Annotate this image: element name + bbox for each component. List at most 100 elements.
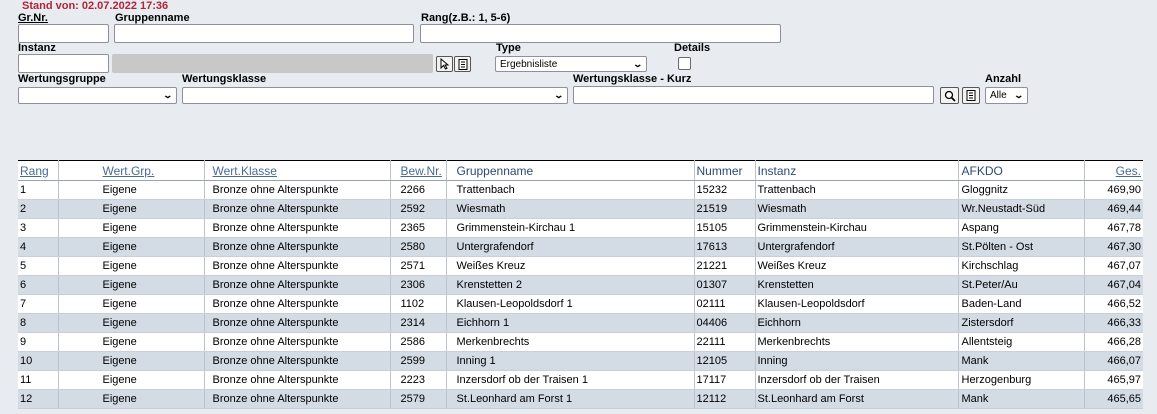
type-label: Type	[496, 42, 521, 54]
cell-wert-grp: Eigene	[57, 218, 204, 238]
cell-nummer: 12112	[693, 389, 755, 409]
gruppenname-label: Gruppenname	[115, 12, 190, 24]
cell-gruppenname: Weißes Kreuz	[445, 256, 694, 276]
cell-bew-nr: 2314	[389, 313, 446, 333]
rang-input[interactable]	[420, 24, 781, 43]
cell-bew-nr: 2571	[389, 256, 446, 276]
cell-bew-nr: 2592	[389, 199, 446, 219]
cell-wert-klasse: Bronze ohne Alterspunkte	[203, 256, 390, 276]
stand-timestamp: Stand von: 02.07.2022 17:36	[22, 0, 169, 12]
wertungsklasse-label: Wertungsklasse	[182, 73, 267, 85]
cell-gruppenname: Eichhorn 1	[445, 313, 694, 333]
cell-nummer: 12105	[693, 351, 755, 371]
chevron-down-icon: ⌄	[632, 58, 644, 69]
cell-afkdo: Gloggnitz	[957, 180, 1084, 200]
cell-instanz: Grimmenstein-Kirchau	[754, 218, 958, 238]
cell-rang: 1	[18, 180, 58, 200]
cell-ges: 466,33	[1083, 313, 1143, 333]
table-row[interactable]: 3 Eigene Bronze ohne Alterspunkte 2365 Grimm…	[18, 218, 1143, 238]
table-row[interactable]: 12 Eigene Bronze ohne Alterspunkte 2579 St.L…	[18, 389, 1143, 409]
instanz-list-icon[interactable]	[454, 56, 471, 72]
cell-ges: 465,97	[1083, 370, 1143, 390]
cell-instanz: Inzersdorf ob der Traisen	[754, 370, 958, 390]
cell-wert-grp: Eigene	[57, 313, 204, 333]
table-row[interactable]: 6 Eigene Bronze ohne Alterspunkte 2306 Krens…	[18, 275, 1143, 295]
cell-ges: 466,07	[1083, 351, 1143, 371]
cell-wert-grp: Eigene	[57, 332, 204, 352]
cell-wert-klasse: Bronze ohne Alterspunkte	[203, 294, 390, 314]
type-select[interactable]: Ergebnisliste ⌄	[495, 56, 647, 72]
cell-rang: 6	[18, 275, 58, 295]
wertungsgruppe-select[interactable]: ⌄	[18, 87, 177, 104]
cell-wert-klasse: Bronze ohne Alterspunkte	[203, 389, 390, 409]
table-row[interactable]: 1 Eigene Bronze ohne Alterspunkte 2266 Tratt…	[18, 180, 1143, 200]
cell-gruppenname: Merkenbrechts	[445, 332, 694, 352]
table-row[interactable]: 5 Eigene Bronze ohne Alterspunkte 2571 Weiße…	[18, 256, 1143, 276]
table-row[interactable]: 4 Eigene Bronze ohne Alterspunkte 2580 Unter…	[18, 237, 1143, 257]
instanz-input[interactable]	[18, 54, 109, 73]
cell-ges: 469,90	[1083, 180, 1143, 200]
anzahl-select-value: Alle	[990, 90, 1007, 101]
table-row[interactable]: 7 Eigene Bronze ohne Alterspunkte 1102 Klaus…	[18, 294, 1143, 314]
table-row[interactable]: 11 Eigene Bronze ohne Alterspunkte 2223 Inze…	[18, 370, 1143, 390]
grnr-input[interactable]	[18, 24, 109, 43]
kurz-list-icon[interactable]	[962, 87, 980, 104]
cell-wert-grp: Eigene	[57, 199, 204, 219]
col-header-bew-nr[interactable]: Bew.Nr.	[389, 160, 446, 181]
cell-rang: 8	[18, 313, 58, 333]
cell-afkdo: Mank	[957, 389, 1084, 409]
cell-ges: 467,78	[1083, 218, 1143, 238]
col-header-instanz: Instanz	[754, 160, 958, 181]
cursor-pick-icon[interactable]	[436, 56, 453, 72]
grnr-label: Gr.Nr.	[18, 12, 48, 24]
cell-rang: 10	[18, 351, 58, 371]
details-label: Details	[674, 42, 711, 54]
cell-nummer: 01307	[693, 275, 755, 295]
cell-rang: 5	[18, 256, 58, 276]
chevron-down-icon: ⌄	[1013, 90, 1025, 100]
cell-wert-grp: Eigene	[57, 389, 204, 409]
col-header-wert-grp[interactable]: Wert.Grp.	[57, 160, 204, 181]
cell-ges: 467,30	[1083, 237, 1143, 257]
cell-ges: 467,04	[1083, 275, 1143, 295]
magnifier-icon[interactable]	[940, 87, 959, 104]
cell-instanz: Merkenbrechts	[754, 332, 958, 352]
cell-wert-klasse: Bronze ohne Alterspunkte	[203, 237, 390, 257]
table-header-row: Rang Wert.Grp. Wert.Klasse Bew.Nr. Grupp…	[18, 160, 1143, 181]
anzahl-select[interactable]: Alle ⌄	[985, 87, 1028, 104]
table-row[interactable]: 8 Eigene Bronze ohne Alterspunkte 2314 Eichh…	[18, 313, 1143, 333]
cell-gruppenname: Trattenbach	[445, 180, 694, 200]
details-checkbox[interactable]	[678, 57, 691, 70]
col-header-wert-klasse[interactable]: Wert.Klasse	[203, 160, 390, 181]
col-header-rang[interactable]: Rang	[18, 160, 58, 181]
cell-afkdo: St.Peter/Au	[957, 275, 1084, 295]
results-table: Rang Wert.Grp. Wert.Klasse Bew.Nr. Grupp…	[18, 160, 1143, 409]
cell-gruppenname: Klausen-Leopoldsdorf 1	[445, 294, 694, 314]
wertungsklasse-select[interactable]: ⌄	[182, 87, 568, 104]
gruppenname-input[interactable]	[114, 24, 414, 43]
cell-nummer: 21519	[693, 199, 755, 219]
col-header-afkdo: AFKDO	[957, 160, 1084, 181]
anzahl-label: Anzahl	[985, 73, 1022, 85]
cell-gruppenname: St.Leonhard am Forst 1	[445, 389, 694, 409]
cell-wert-klasse: Bronze ohne Alterspunkte	[203, 351, 390, 371]
cell-instanz: St.Leonhard am Forst	[754, 389, 958, 409]
cell-wert-grp: Eigene	[57, 275, 204, 295]
col-header-nummer: Nummer	[693, 160, 755, 181]
cell-wert-klasse: Bronze ohne Alterspunkte	[203, 275, 390, 295]
cell-nummer: 02111	[693, 294, 755, 314]
col-header-ges[interactable]: Ges.	[1083, 160, 1143, 181]
table-row[interactable]: 2 Eigene Bronze ohne Alterspunkte 2592 Wiesm…	[18, 199, 1143, 219]
wertungsklasse-kurz-input[interactable]	[573, 86, 934, 104]
cell-instanz: Eichhorn	[754, 313, 958, 333]
table-row[interactable]: 9 Eigene Bronze ohne Alterspunkte 2586 Merke…	[18, 332, 1143, 352]
cell-afkdo: Allentsteig	[957, 332, 1084, 352]
cell-afkdo: Herzogenburg	[957, 370, 1084, 390]
table-row[interactable]: 10 Eigene Bronze ohne Alterspunkte 2599 Inni…	[18, 351, 1143, 371]
cell-ges: 467,07	[1083, 256, 1143, 276]
cell-wert-klasse: Bronze ohne Alterspunkte	[203, 313, 390, 333]
cell-wert-grp: Eigene	[57, 237, 204, 257]
cell-gruppenname: Krenstetten 2	[445, 275, 694, 295]
cell-gruppenname: Inzersdorf ob der Traisen 1	[445, 370, 694, 390]
cell-afkdo: Baden-Land	[957, 294, 1084, 314]
